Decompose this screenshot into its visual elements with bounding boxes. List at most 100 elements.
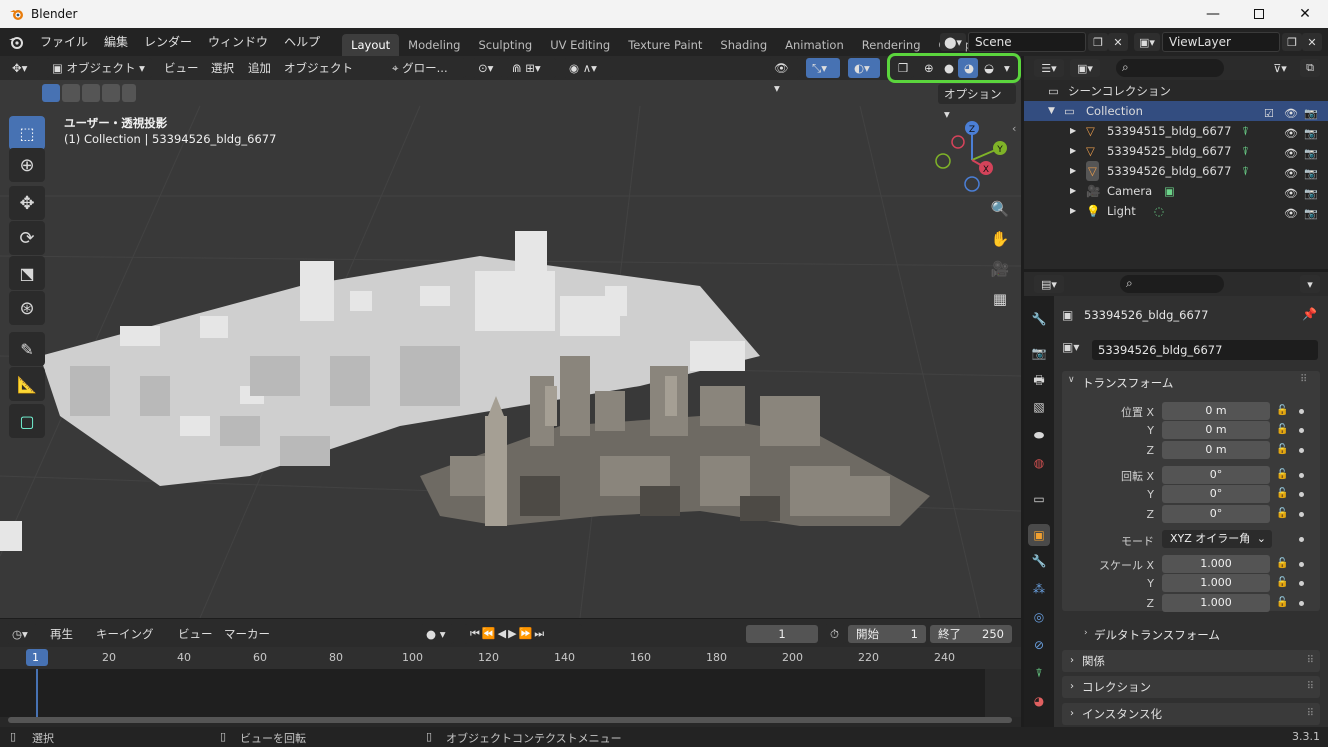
rotation-y-field[interactable]: 0° <box>1162 485 1270 503</box>
visibility-dropdown[interactable]: 👁▾ <box>768 58 800 95</box>
frame-ruler[interactable]: 1 20 40 60 80 100 120 140 160 180 200 22… <box>0 647 1021 669</box>
drag-handle-icon[interactable]: ⠿ <box>1307 703 1314 725</box>
select-extend-icon[interactable] <box>62 84 80 102</box>
keyframe-dot-icon[interactable] <box>1299 601 1304 606</box>
lock-icon[interactable]: 🔓 <box>1276 444 1288 456</box>
outliner-panel[interactable]: ☰▾ ▣▾ ⌕ ⊽▾ ⧉ ▭ シーンコレクション ▼ ▭ Collection … <box>1024 56 1328 269</box>
select-subtract-icon[interactable] <box>82 84 100 102</box>
outliner-editor-type[interactable]: ☰▾ <box>1034 59 1064 77</box>
menu-view[interactable]: ビュー <box>164 58 199 78</box>
pin-icon[interactable]: 📌 <box>1302 307 1317 321</box>
pan-view-button[interactable]: ✋ <box>986 225 1014 253</box>
outliner-object-row[interactable]: ▶ 💡 Light ◌ 👁 📷 <box>1024 201 1328 221</box>
select-intersect-icon[interactable] <box>122 84 136 102</box>
rotation-z-field[interactable]: 0° <box>1162 505 1270 523</box>
collapse-sidebar-icon[interactable]: ‹ <box>1012 122 1016 135</box>
scale-x-field[interactable]: 1.000 <box>1162 555 1270 573</box>
overlay-toggle[interactable]: ◐▾ <box>848 58 880 78</box>
mesh-data-icon[interactable]: ⍒ <box>1242 121 1249 141</box>
camera-render-icon[interactable]: 📷 <box>1304 104 1318 120</box>
drag-handle-icon[interactable]: ⠿ <box>1307 676 1314 698</box>
menu-select[interactable]: 選択 <box>211 58 234 78</box>
properties-options-dropdown[interactable]: ▾ <box>1300 275 1320 293</box>
expand-arrow-icon[interactable]: ▶ <box>1070 161 1076 181</box>
tab-constraints[interactable]: ⊘ <box>1028 634 1050 656</box>
outliner-object-row[interactable]: ▶ ▽ 53394515_bldg_6677 ⍒ 👁 📷 <box>1024 121 1328 141</box>
tab-output[interactable]: 🖶 <box>1028 370 1050 392</box>
properties-search-input[interactable]: ⌕ <box>1120 275 1224 293</box>
preview-range-toggle[interactable]: ⏱ <box>824 624 846 644</box>
menu-window[interactable]: ウィンドウ <box>200 28 276 56</box>
measure-tool[interactable]: 📐 <box>9 367 45 401</box>
lock-icon[interactable]: 🔓 <box>1276 577 1288 589</box>
lock-icon[interactable]: 🔓 <box>1276 597 1288 609</box>
keyframe-dot-icon[interactable] <box>1299 562 1304 567</box>
timeline-view-menu[interactable]: ビュー <box>178 624 213 644</box>
keyframe-dot-icon[interactable] <box>1299 492 1304 497</box>
eye-icon[interactable]: 👁 <box>1284 104 1298 120</box>
scene-name-field[interactable]: Scene <box>968 32 1086 52</box>
eye-icon[interactable]: 👁 <box>1284 144 1298 160</box>
add-cube-tool[interactable]: ▢ <box>9 404 45 438</box>
tab-view-layer[interactable]: ▧ <box>1028 396 1050 418</box>
keyframe-dot-icon[interactable] <box>1299 537 1304 542</box>
tab-shading[interactable]: Shading <box>711 34 776 56</box>
eye-icon[interactable]: 👁 <box>1284 204 1298 220</box>
menu-object[interactable]: オブジェクト <box>284 58 353 78</box>
annotate-tool[interactable]: ✎ <box>9 332 45 366</box>
outliner-object-row[interactable]: ▶ ▽ 53394525_bldg_6677 ⍒ 👁 📷 <box>1024 141 1328 161</box>
keying-menu[interactable]: キーイング ▾ <box>90 624 168 661</box>
3d-viewport[interactable]: ✥▾ ▣ オブジェクト ▾ ビュー 選択 追加 オブジェクト ⌖ グロー... … <box>0 56 1021 618</box>
object-browse-dropdown[interactable]: ▣▾ <box>1062 340 1092 360</box>
instancing-panel[interactable]: › インスタンス化 ⠿ <box>1062 703 1320 725</box>
tab-uv-editing[interactable]: UV Editing <box>541 34 619 56</box>
tab-scene[interactable]: ⬬ <box>1028 424 1050 446</box>
select-box-tool[interactable]: ⬚ <box>9 116 45 150</box>
delta-transform-panel[interactable]: デルタトランスフォーム <box>1094 627 1220 643</box>
tab-texture-paint[interactable]: Texture Paint <box>619 34 711 56</box>
filter-dropdown[interactable]: ⊽▾ <box>1264 59 1296 77</box>
move-tool[interactable]: ✥ <box>9 186 45 220</box>
menu-file[interactable]: ファイル <box>32 28 96 56</box>
tab-layout[interactable]: Layout <box>342 34 400 56</box>
jump-end-icon[interactable]: ⏭ <box>534 627 546 640</box>
tab-physics[interactable]: ◎ <box>1028 606 1050 628</box>
keyframe-dot-icon[interactable] <box>1299 581 1304 586</box>
marker-menu[interactable]: マーカー <box>224 624 270 644</box>
keyframe-dot-icon[interactable] <box>1299 512 1304 517</box>
tab-modeling[interactable]: Modeling <box>399 34 469 56</box>
drag-handle-icon[interactable]: ⠿ <box>1300 374 1307 385</box>
camera-data-icon[interactable]: ▣ <box>1164 181 1175 201</box>
outliner-object-row[interactable]: ▶ ▽ 53394526_bldg_6677 ⍒ 👁 📷 <box>1024 161 1328 181</box>
camera-render-icon[interactable]: 📷 <box>1304 164 1318 180</box>
lock-icon[interactable]: 🔓 <box>1276 405 1288 417</box>
gizmo-toggle[interactable]: ⤡▾ <box>806 58 840 78</box>
lock-icon[interactable]: 🔓 <box>1276 508 1288 520</box>
minimize-button[interactable]: — <box>1190 0 1236 28</box>
relations-panel[interactable]: › 関係 ⠿ <box>1062 650 1320 672</box>
location-y-field[interactable]: 0 m <box>1162 421 1270 439</box>
tab-world[interactable]: ◍ <box>1028 452 1050 474</box>
eye-icon[interactable]: 👁 <box>1284 184 1298 200</box>
transform-orientation-dropdown[interactable]: ⌖ グロー... <box>386 58 466 78</box>
view-layer-selector-icon[interactable]: ▣▾ <box>1134 33 1160 51</box>
location-x-field[interactable]: 0 m <box>1162 402 1270 420</box>
expand-arrow-icon[interactable]: › <box>1084 628 1088 638</box>
light-data-icon[interactable]: ◌ <box>1154 201 1164 221</box>
tab-material[interactable]: ◕ <box>1028 690 1050 712</box>
transform-tool[interactable]: ⊛ <box>9 291 45 325</box>
outliner-object-row[interactable]: ▶ 🎥 Camera ▣ 👁 📷 <box>1024 181 1328 201</box>
expand-arrow-icon[interactable]: ▶ <box>1070 201 1076 221</box>
scale-y-field[interactable]: 1.000 <box>1162 574 1270 592</box>
drag-handle-icon[interactable]: ⠿ <box>1307 650 1314 672</box>
eye-icon[interactable]: 👁 <box>1284 124 1298 140</box>
timeline-scrollbar[interactable] <box>8 717 1012 723</box>
object-name-field[interactable]: 53394526_bldg_6677 <box>1092 340 1318 360</box>
blender-menu-icon[interactable] <box>8 34 24 50</box>
prev-keyframe-icon[interactable]: ⏪ <box>482 627 498 640</box>
pivot-dropdown[interactable]: ⊙▾ <box>472 58 502 78</box>
scene-selector-icon[interactable]: ⬤▾ <box>940 33 966 51</box>
keyframe-dot-icon[interactable] <box>1299 448 1304 453</box>
location-z-field[interactable]: 0 m <box>1162 441 1270 459</box>
new-view-layer-icon[interactable]: ❐ <box>1282 33 1302 51</box>
